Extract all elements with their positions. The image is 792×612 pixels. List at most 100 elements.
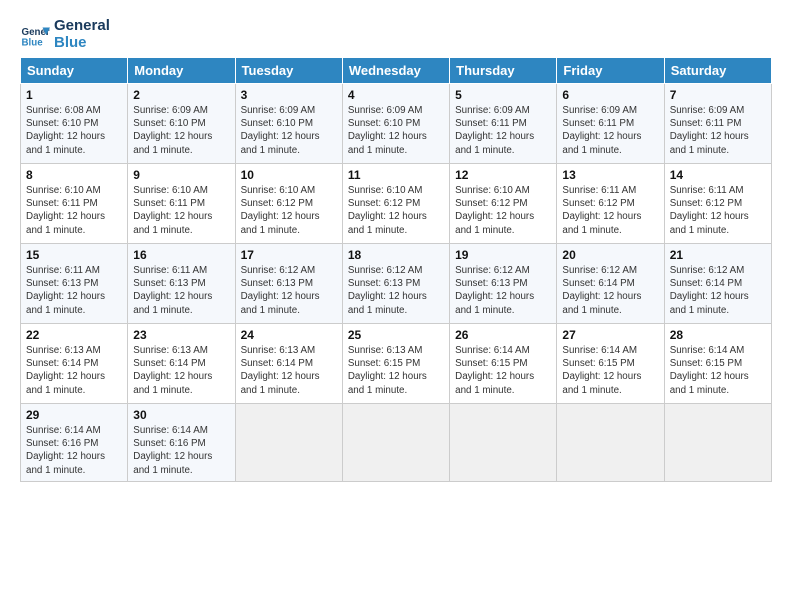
weekday-header: Wednesday [342,58,449,84]
calendar-cell: 18 Sunrise: 6:12 AM Sunset: 6:13 PM Dayl… [342,244,449,324]
calendar-cell: 29 Sunrise: 6:14 AM Sunset: 6:16 PM Dayl… [21,404,128,482]
calendar-cell: 5 Sunrise: 6:09 AM Sunset: 6:11 PM Dayli… [450,84,557,164]
calendar-cell: 6 Sunrise: 6:09 AM Sunset: 6:11 PM Dayli… [557,84,664,164]
calendar-cell: 19 Sunrise: 6:12 AM Sunset: 6:13 PM Dayl… [450,244,557,324]
day-number: 4 [348,88,444,102]
day-number: 26 [455,328,551,342]
day-info: Sunrise: 6:11 AM Sunset: 6:13 PM Dayligh… [133,264,229,317]
calendar-cell: 1 Sunrise: 6:08 AM Sunset: 6:10 PM Dayli… [21,84,128,164]
day-number: 24 [241,328,337,342]
day-info: Sunrise: 6:14 AM Sunset: 6:15 PM Dayligh… [455,344,551,397]
weekday-header: Tuesday [235,58,342,84]
day-number: 23 [133,328,229,342]
calendar-cell: 3 Sunrise: 6:09 AM Sunset: 6:10 PM Dayli… [235,84,342,164]
day-info: Sunrise: 6:14 AM Sunset: 6:15 PM Dayligh… [562,344,658,397]
calendar-cell: 12 Sunrise: 6:10 AM Sunset: 6:12 PM Dayl… [450,164,557,244]
day-number: 18 [348,248,444,262]
day-number: 30 [133,408,229,422]
day-info: Sunrise: 6:09 AM Sunset: 6:11 PM Dayligh… [455,104,551,157]
weekday-header: Monday [128,58,235,84]
day-info: Sunrise: 6:14 AM Sunset: 6:16 PM Dayligh… [133,424,229,477]
day-number: 1 [26,88,122,102]
day-number: 11 [348,168,444,182]
day-number: 25 [348,328,444,342]
calendar-cell: 14 Sunrise: 6:11 AM Sunset: 6:12 PM Dayl… [664,164,771,244]
calendar-cell: 2 Sunrise: 6:09 AM Sunset: 6:10 PM Dayli… [128,84,235,164]
day-info: Sunrise: 6:10 AM Sunset: 6:11 PM Dayligh… [133,184,229,237]
calendar-cell: 27 Sunrise: 6:14 AM Sunset: 6:15 PM Dayl… [557,324,664,404]
calendar-cell [342,404,449,482]
day-info: Sunrise: 6:09 AM Sunset: 6:10 PM Dayligh… [348,104,444,157]
day-number: 10 [241,168,337,182]
calendar-cell: 30 Sunrise: 6:14 AM Sunset: 6:16 PM Dayl… [128,404,235,482]
day-info: Sunrise: 6:09 AM Sunset: 6:10 PM Dayligh… [241,104,337,157]
day-info: Sunrise: 6:09 AM Sunset: 6:11 PM Dayligh… [670,104,766,157]
calendar-cell: 16 Sunrise: 6:11 AM Sunset: 6:13 PM Dayl… [128,244,235,324]
calendar-cell: 9 Sunrise: 6:10 AM Sunset: 6:11 PM Dayli… [128,164,235,244]
day-number: 9 [133,168,229,182]
day-info: Sunrise: 6:11 AM Sunset: 6:12 PM Dayligh… [670,184,766,237]
day-number: 22 [26,328,122,342]
weekday-header: Thursday [450,58,557,84]
day-info: Sunrise: 6:09 AM Sunset: 6:11 PM Dayligh… [562,104,658,157]
day-info: Sunrise: 6:13 AM Sunset: 6:14 PM Dayligh… [241,344,337,397]
calendar-cell: 8 Sunrise: 6:10 AM Sunset: 6:11 PM Dayli… [21,164,128,244]
day-info: Sunrise: 6:12 AM Sunset: 6:13 PM Dayligh… [241,264,337,317]
calendar-cell: 23 Sunrise: 6:13 AM Sunset: 6:14 PM Dayl… [128,324,235,404]
day-info: Sunrise: 6:10 AM Sunset: 6:12 PM Dayligh… [241,184,337,237]
calendar-cell [450,404,557,482]
day-info: Sunrise: 6:10 AM Sunset: 6:12 PM Dayligh… [455,184,551,237]
day-info: Sunrise: 6:12 AM Sunset: 6:14 PM Dayligh… [562,264,658,317]
day-info: Sunrise: 6:12 AM Sunset: 6:14 PM Dayligh… [670,264,766,317]
day-info: Sunrise: 6:13 AM Sunset: 6:14 PM Dayligh… [133,344,229,397]
calendar-cell: 4 Sunrise: 6:09 AM Sunset: 6:10 PM Dayli… [342,84,449,164]
logo: General Blue General Blue [20,18,110,51]
day-info: Sunrise: 6:10 AM Sunset: 6:12 PM Dayligh… [348,184,444,237]
svg-text:Blue: Blue [22,37,44,48]
calendar-cell [235,404,342,482]
calendar-cell [664,404,771,482]
calendar-cell: 21 Sunrise: 6:12 AM Sunset: 6:14 PM Dayl… [664,244,771,324]
day-number: 2 [133,88,229,102]
calendar-cell: 20 Sunrise: 6:12 AM Sunset: 6:14 PM Dayl… [557,244,664,324]
weekday-header: Friday [557,58,664,84]
day-number: 7 [670,88,766,102]
calendar-cell: 24 Sunrise: 6:13 AM Sunset: 6:14 PM Dayl… [235,324,342,404]
calendar-cell: 15 Sunrise: 6:11 AM Sunset: 6:13 PM Dayl… [21,244,128,324]
day-info: Sunrise: 6:08 AM Sunset: 6:10 PM Dayligh… [26,104,122,157]
weekday-header: Saturday [664,58,771,84]
day-number: 12 [455,168,551,182]
calendar-cell [557,404,664,482]
day-number: 14 [670,168,766,182]
calendar-cell: 10 Sunrise: 6:10 AM Sunset: 6:12 PM Dayl… [235,164,342,244]
day-info: Sunrise: 6:14 AM Sunset: 6:15 PM Dayligh… [670,344,766,397]
day-number: 27 [562,328,658,342]
calendar-table: SundayMondayTuesdayWednesdayThursdayFrid… [20,57,772,482]
calendar-cell: 17 Sunrise: 6:12 AM Sunset: 6:13 PM Dayl… [235,244,342,324]
calendar-cell: 11 Sunrise: 6:10 AM Sunset: 6:12 PM Dayl… [342,164,449,244]
day-info: Sunrise: 6:10 AM Sunset: 6:11 PM Dayligh… [26,184,122,237]
day-number: 8 [26,168,122,182]
calendar-cell: 26 Sunrise: 6:14 AM Sunset: 6:15 PM Dayl… [450,324,557,404]
weekday-header: Sunday [21,58,128,84]
day-number: 29 [26,408,122,422]
day-number: 6 [562,88,658,102]
day-info: Sunrise: 6:13 AM Sunset: 6:14 PM Dayligh… [26,344,122,397]
day-info: Sunrise: 6:14 AM Sunset: 6:16 PM Dayligh… [26,424,122,477]
day-number: 3 [241,88,337,102]
day-info: Sunrise: 6:12 AM Sunset: 6:13 PM Dayligh… [348,264,444,317]
calendar-cell: 22 Sunrise: 6:13 AM Sunset: 6:14 PM Dayl… [21,324,128,404]
calendar-cell: 28 Sunrise: 6:14 AM Sunset: 6:15 PM Dayl… [664,324,771,404]
day-number: 28 [670,328,766,342]
day-info: Sunrise: 6:11 AM Sunset: 6:13 PM Dayligh… [26,264,122,317]
day-number: 21 [670,248,766,262]
day-number: 16 [133,248,229,262]
day-info: Sunrise: 6:13 AM Sunset: 6:15 PM Dayligh… [348,344,444,397]
day-info: Sunrise: 6:11 AM Sunset: 6:12 PM Dayligh… [562,184,658,237]
day-number: 17 [241,248,337,262]
day-info: Sunrise: 6:12 AM Sunset: 6:13 PM Dayligh… [455,264,551,317]
day-number: 20 [562,248,658,262]
day-number: 5 [455,88,551,102]
day-number: 15 [26,248,122,262]
day-info: Sunrise: 6:09 AM Sunset: 6:10 PM Dayligh… [133,104,229,157]
